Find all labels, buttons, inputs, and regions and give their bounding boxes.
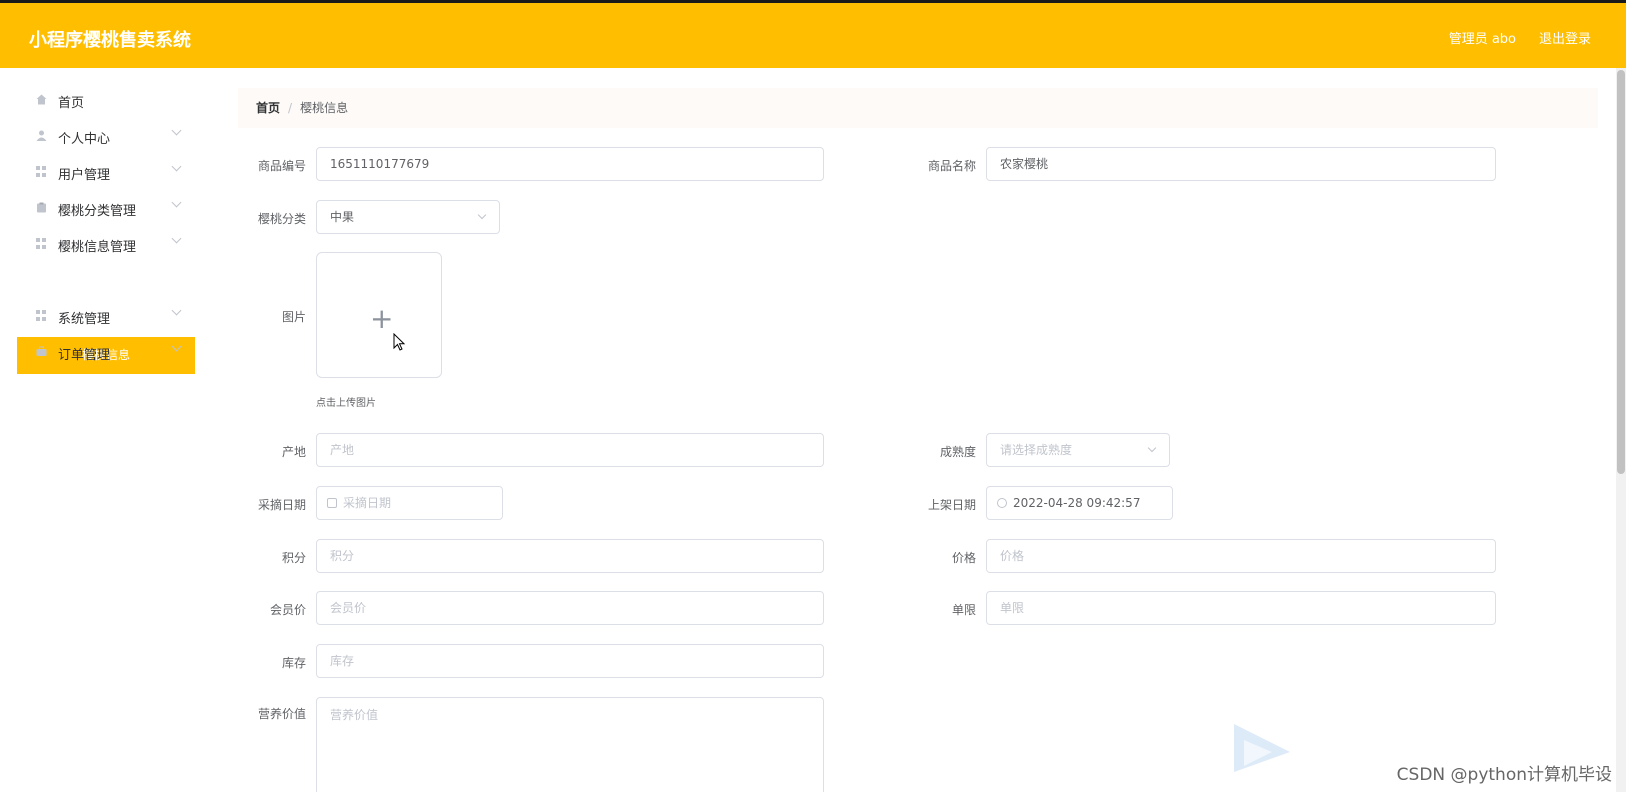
product-no-label: 商品编号	[257, 159, 306, 173]
price-placeholder: 价格	[1000, 549, 1025, 563]
sidebar-item-label: 个人中心	[58, 132, 111, 147]
grid-icon	[36, 166, 47, 177]
grid-icon	[36, 238, 47, 249]
ripeness-placeholder: 请选择成熟度	[1000, 443, 1073, 457]
csdn-watermark: CSDN @python计算机毕设	[1396, 765, 1612, 785]
origin-label: 产地	[281, 445, 306, 459]
shelf-date-label: 上架日期	[927, 498, 976, 512]
limit-input[interactable]: 单限	[986, 591, 1496, 625]
chevron-down-icon	[171, 125, 182, 136]
breadcrumb: 首页 / 樱桃信息	[238, 88, 1598, 128]
app-title: 小程序樱桃售卖系统	[29, 30, 191, 51]
limit-placeholder: 单限	[1000, 601, 1025, 615]
sidebar-item-order-management[interactable]: 订单管理	[16, 334, 196, 370]
product-name-value: 农家樱桃	[1000, 157, 1049, 171]
pick-date-label: 采摘日期	[257, 498, 306, 512]
member-price-label: 会员价	[269, 603, 306, 617]
top-bar: 小程序樱桃售卖系统 管理员 abo 退出登录	[0, 0, 1626, 68]
price-label: 价格	[951, 551, 976, 565]
stock-label: 库存	[281, 656, 306, 670]
sidebar-item-personal-center[interactable]: 个人中心	[16, 118, 196, 154]
product-no-input[interactable]: 1651110177679	[316, 147, 824, 181]
category-label: 樱桃分类	[257, 212, 306, 226]
nutrition-placeholder: 营养价值	[330, 708, 379, 722]
scrollbar-thumb[interactable]	[1617, 70, 1625, 474]
chevron-down-icon	[171, 233, 182, 244]
briefcase-icon	[36, 346, 47, 357]
csdn-logo-icon	[1234, 724, 1290, 772]
shelf-date-input[interactable]: 2022-04-28 09:42:57	[986, 486, 1173, 520]
chevron-down-icon	[1147, 443, 1157, 453]
member-price-placeholder: 会员价	[330, 601, 367, 615]
sidebar-item-category-management[interactable]: 樱桃分类管理	[16, 190, 196, 226]
shelf-date-value: 2022-04-28 09:42:57	[1013, 496, 1141, 510]
sidebar-item-label: 樱桃分类管理	[58, 204, 137, 219]
points-input[interactable]: 积分	[316, 539, 824, 573]
category-value: 中果	[330, 210, 355, 224]
breadcrumb-separator: /	[288, 101, 293, 115]
chevron-down-icon	[171, 341, 182, 352]
home-icon	[36, 94, 47, 105]
origin-placeholder: 产地	[330, 443, 355, 457]
sidebar-item-label: 首页	[58, 96, 85, 111]
logout-button[interactable]: 退出登录	[1539, 28, 1591, 47]
sidebar-item-cherry-info-management[interactable]: 樱桃信息管理	[16, 226, 196, 262]
image-label: 图片	[281, 310, 306, 324]
sidebar-item-label: 用户管理	[58, 168, 111, 183]
product-name-input[interactable]: 农家樱桃	[986, 147, 1496, 181]
chevron-down-icon	[171, 161, 182, 172]
ripeness-select[interactable]: 请选择成熟度	[986, 433, 1170, 467]
breadcrumb-home[interactable]: 首页	[256, 101, 280, 115]
limit-label: 单限	[951, 603, 976, 617]
sidebar-item-label: 樱桃信息管理	[58, 240, 137, 255]
nutrition-label: 营养价值	[257, 707, 306, 721]
chevron-down-icon	[171, 305, 182, 316]
user-icon	[36, 130, 47, 141]
calendar-icon	[327, 498, 337, 508]
sidebar: 首页 个人中心 用户管理 樱桃分类管理 樱桃信息管理 樱桃信息 系统管理 订单管…	[0, 68, 200, 792]
stock-input[interactable]: 库存	[316, 644, 824, 678]
price-input[interactable]: 价格	[986, 539, 1496, 573]
clock-icon	[997, 498, 1007, 508]
image-upload-box[interactable]: +	[316, 252, 442, 378]
sidebar-item-label: 系统管理	[58, 312, 111, 327]
ripeness-label: 成熟度	[939, 445, 976, 459]
origin-input[interactable]: 产地	[316, 433, 824, 467]
sidebar-item-user-management[interactable]: 用户管理	[16, 154, 196, 190]
upload-tip: 点击上传图片	[316, 398, 376, 409]
grid-icon	[36, 310, 47, 321]
admin-user-label: 管理员 abo	[1448, 32, 1516, 47]
plus-icon: +	[370, 302, 394, 335]
mouse-cursor-icon	[393, 333, 406, 351]
chevron-down-icon	[171, 197, 182, 208]
sidebar-item-home[interactable]: 首页	[16, 82, 196, 118]
pick-date-input[interactable]: 采摘日期	[316, 486, 503, 520]
stock-placeholder: 库存	[330, 654, 355, 668]
points-placeholder: 积分	[330, 549, 355, 563]
member-price-input[interactable]: 会员价	[316, 591, 824, 625]
sidebar-item-system-management[interactable]: 系统管理	[16, 298, 196, 334]
clipboard-icon	[36, 202, 47, 213]
sidebar-item-label: 订单管理	[58, 348, 111, 363]
product-no-value: 1651110177679	[330, 157, 430, 171]
pick-date-placeholder: 采摘日期	[343, 496, 392, 510]
points-label: 积分	[281, 551, 306, 565]
chevron-down-icon	[477, 210, 487, 220]
product-name-label: 商品名称	[927, 159, 976, 173]
category-select[interactable]: 中果	[316, 200, 500, 234]
breadcrumb-current: 樱桃信息	[300, 101, 349, 115]
nutrition-textarea[interactable]: 营养价值	[316, 697, 824, 792]
